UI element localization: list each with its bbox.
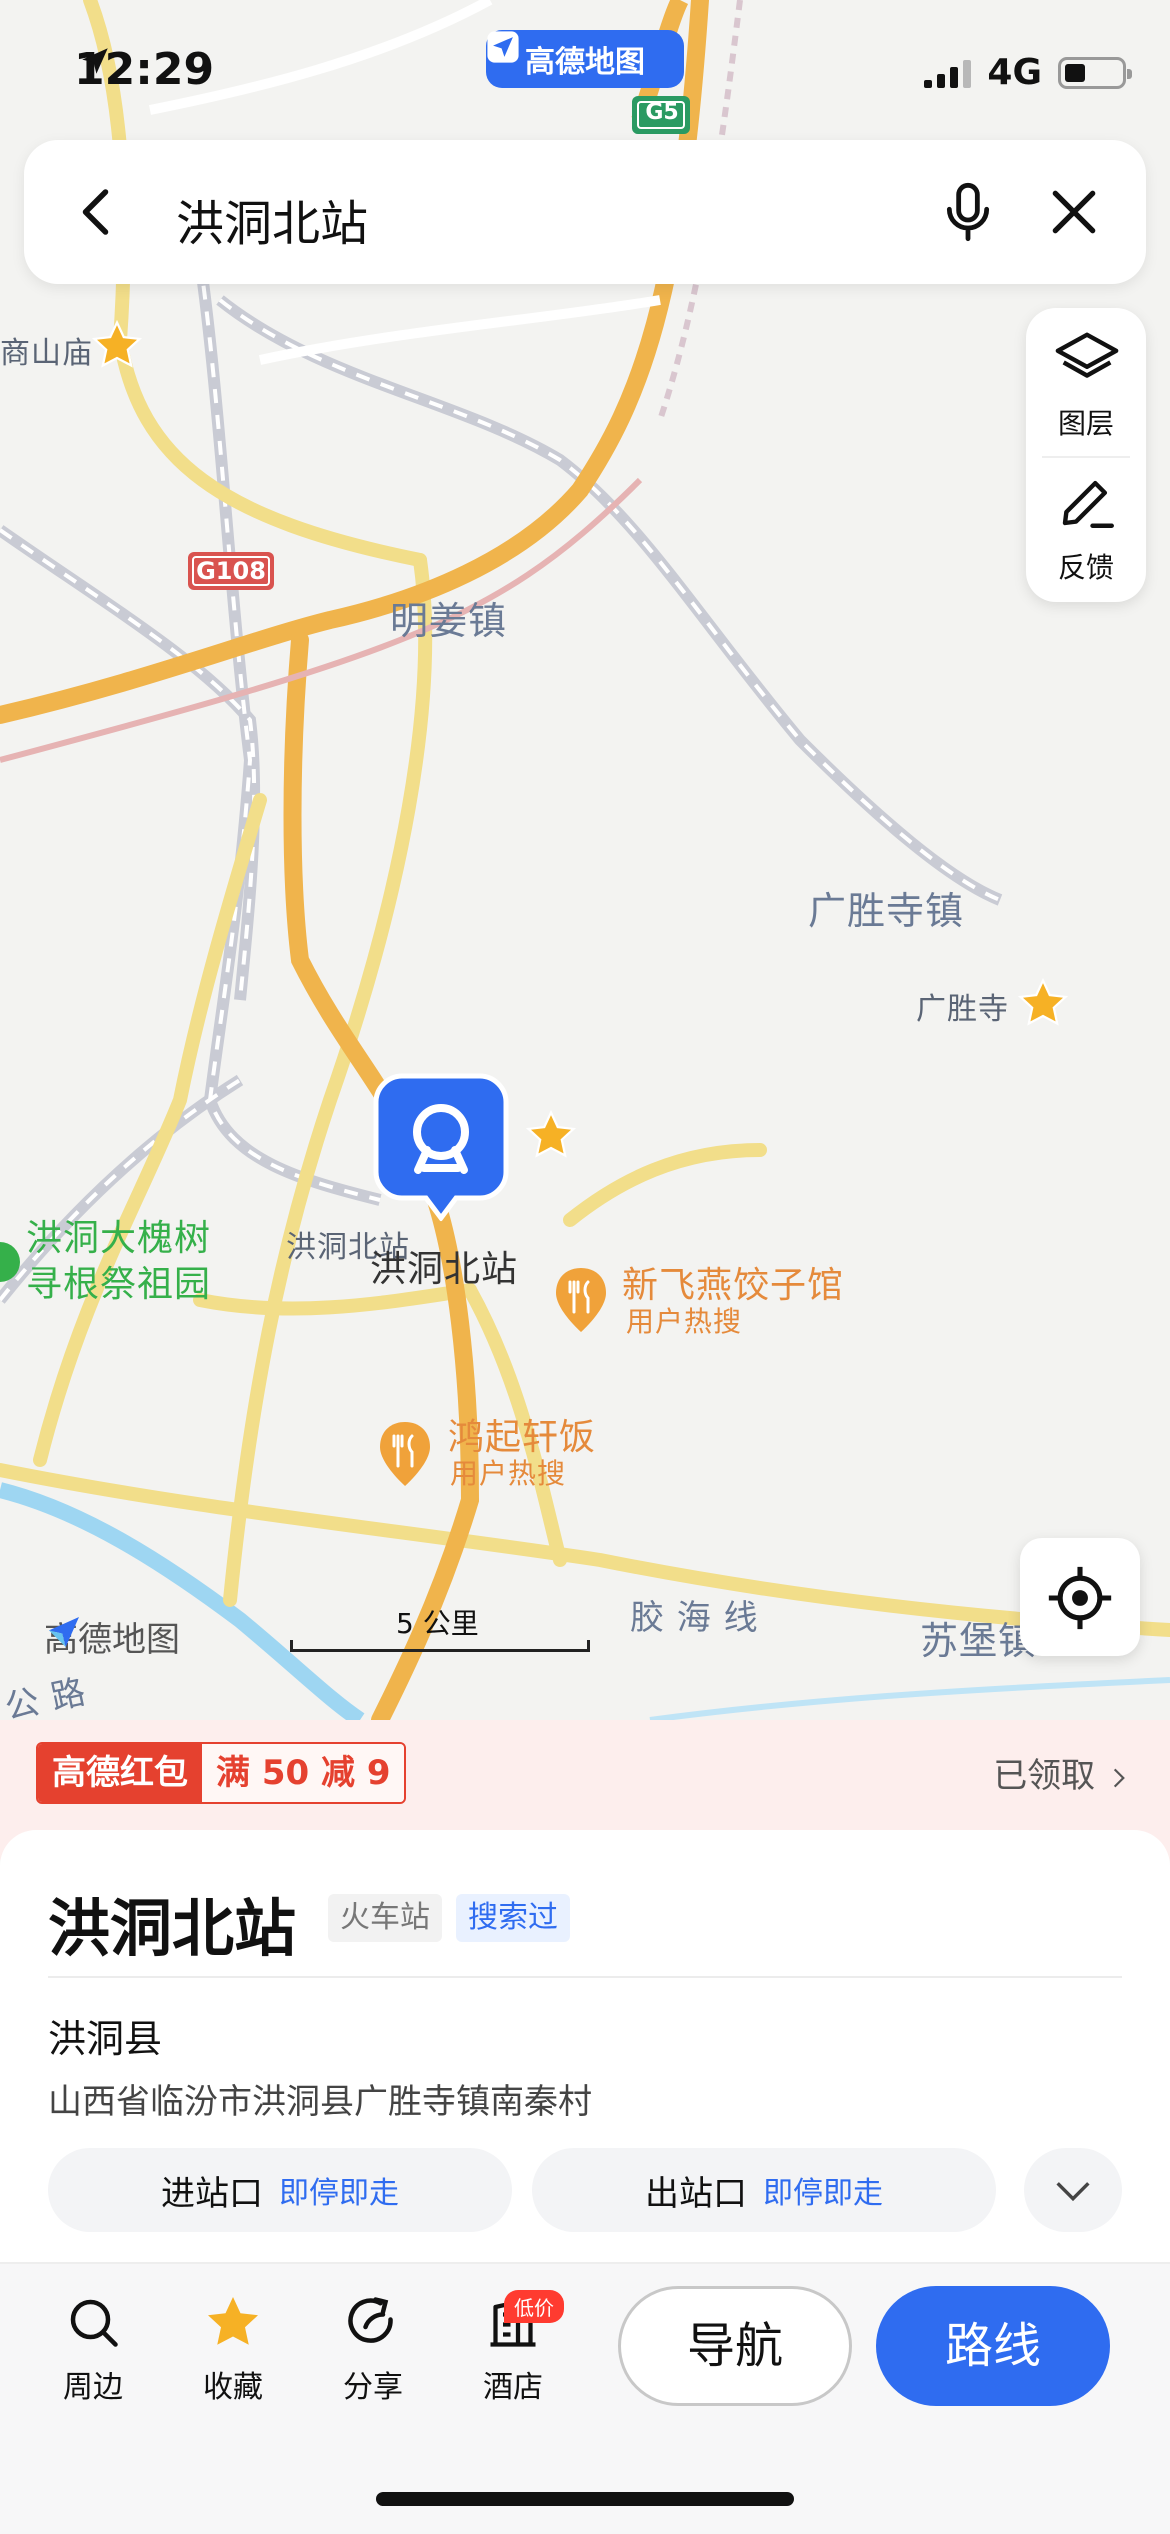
edit-pencil-icon [1062,480,1114,528]
place-title: 洪洞北站 [48,1892,297,1965]
search-icon [70,2299,118,2347]
back-arrow-icon[interactable] [68,182,128,242]
amap-watermark: 高德地图 [44,1612,180,1661]
map-label-huaishu[interactable]: 洪洞大槐树 寻根祭祖园 [0,1216,211,1308]
network-type: 4G [987,52,1042,93]
search-history-tag: 搜索过 [456,1894,570,1942]
map-label-restaurant1-sub: 用户热搜 [626,1305,743,1338]
feedback-label: 反馈 [1057,551,1114,584]
scale-label: 5 公里 [396,1607,479,1640]
map-tools-panel: 图层 反馈 [1026,308,1146,602]
promo-tag-offer: 满 50 减 9 [202,1744,405,1802]
map-view[interactable]: G5 G108 商山庙 明姜镇 广胜寺镇 广胜寺 洪洞北站 洪洞北站 洪洞大槐树… [0,0,1170,1720]
huaishu-line1: 洪洞大槐树 [26,1218,212,1259]
restaurant-pin-icon[interactable] [552,1266,610,1336]
layers-label: 图层 [1057,407,1114,440]
promo-status-text: 已领取 [993,1756,1096,1796]
crosshair-icon [1048,1566,1112,1630]
layers-button[interactable]: 图层 [1026,308,1146,454]
amap-logo-icon [487,31,519,63]
g108-shield-label: G108 [196,557,266,585]
search-bar[interactable]: 洪洞北站 [24,140,1146,284]
nearby-button[interactable]: 周边 [38,2292,148,2406]
favorite-label: 收藏 [203,2370,263,2405]
exit-label: 出站口 [645,2173,747,2214]
navigate-button[interactable]: 导航 [618,2286,852,2406]
sheet-divider [48,1976,1122,1978]
route-button[interactable]: 路线 [876,2286,1110,2406]
locate-me-button[interactable] [1020,1538,1140,1656]
share-button[interactable]: 分享 [318,2292,428,2406]
entrance-button[interactable]: 进站口 即停即走 [48,2148,512,2232]
amap-app-badge-label: 高德地图 [525,45,645,80]
low-price-badge: 低价 [504,2290,564,2323]
nearby-label: 周边 [63,2370,123,2405]
exit-button[interactable]: 出站口 即停即走 [532,2148,996,2232]
train-station-marker-icon [373,1073,509,1231]
chevron-down-icon [1056,2182,1090,2202]
share-icon [348,2297,393,2343]
amap-app-badge[interactable]: 高德地图 [486,30,684,88]
restaurant-pin-icon[interactable] [376,1420,434,1490]
category-tag: 火车站 [328,1894,442,1942]
map-label-guangsheng-town[interactable]: 广胜寺镇 [808,880,964,935]
huaishu-line2: 寻根祭祖园 [26,1264,212,1305]
star-poi-icon[interactable] [90,318,144,372]
star-icon [208,2297,258,2345]
map-label-guangsheng-temple[interactable]: 广胜寺 [916,984,1009,1028]
microphone-icon[interactable] [936,178,1000,246]
g5-shield-label: G5 [645,100,679,125]
park-dot-icon [0,1242,20,1282]
exit-note: 即停即走 [763,2176,883,2211]
search-query[interactable]: 洪洞北站 [176,184,368,254]
promo-status[interactable]: 已领取 [993,1748,1132,1797]
map-label-shangshan[interactable]: 商山庙 [0,328,93,372]
cellular-signal-icon [924,58,972,88]
share-label: 分享 [343,2370,403,2405]
place-county: 洪洞县 [48,2017,163,2061]
star-poi-icon[interactable] [524,1108,578,1162]
expand-button[interactable] [1024,2148,1122,2232]
station-marker[interactable] [372,1072,510,1232]
feedback-button[interactable]: 反馈 [1026,458,1146,602]
entrance-note: 即停即走 [279,2176,399,2211]
map-label-restaurant2-sub: 用户热搜 [450,1457,567,1490]
chevron-right-icon [1113,1768,1125,1787]
scale-bar [290,1640,590,1652]
layers-icon [1055,332,1119,378]
map-label-mingjiang[interactable]: 明姜镇 [390,590,507,645]
home-indicator[interactable] [376,2492,794,2506]
promo-tag[interactable]: 高德红包 满 50 减 9 [36,1742,407,1804]
amap-watermark-icon [49,1617,79,1647]
place-address[interactable]: 山西省临汾市洪洞县广胜寺镇南秦村 [48,2074,592,2123]
close-icon[interactable] [1042,180,1106,244]
location-arrow-icon [82,48,108,74]
promo-tag-brand: 高德红包 [38,1744,202,1802]
hotel-label: 酒店 [483,2370,543,2405]
entrance-label: 进站口 [161,2173,263,2214]
map-label-railway[interactable]: 胶 海 线 [630,1590,759,1639]
star-poi-icon[interactable] [1016,976,1070,1030]
favorite-button[interactable]: 收藏 [178,2292,288,2406]
battery-icon [1058,56,1132,89]
status-indicators: 4G [924,52,1132,93]
map-label-station-main[interactable]: 洪洞北站 [370,1240,518,1292]
status-time: 12:29 [74,44,215,95]
